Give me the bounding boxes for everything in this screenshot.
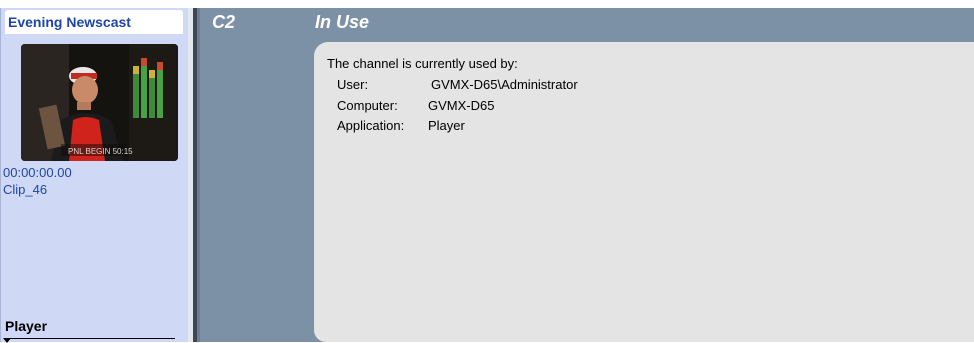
- mode-selector[interactable]: Player: [5, 318, 47, 334]
- mode-underline: [5, 338, 175, 339]
- thumbnail-image: PNL BEGIN 50:15: [21, 44, 178, 161]
- panel-divider[interactable]: [188, 8, 200, 342]
- user-value: GVMX-D65\Administrator: [431, 77, 578, 92]
- clip-name: Clip_46: [3, 182, 48, 197]
- user-label: User:: [337, 77, 369, 92]
- status-panel: C2 In Use The channel is currently used …: [200, 8, 974, 342]
- computer-value: GVMX-D65: [428, 98, 495, 113]
- clip-thumbnail[interactable]: PNL BEGIN 50:15: [21, 44, 178, 161]
- channel-panel: Evening Newscast PNL BEGIN 50:15 00:00:0…: [0, 8, 188, 343]
- application-label: Application:: [337, 118, 405, 133]
- application-value: Player: [428, 118, 465, 133]
- timecode: 00:00:00.00: [3, 165, 72, 180]
- channel-id: C2: [212, 12, 236, 32]
- thumbnail-overlay-text: PNL BEGIN 50:15: [68, 147, 133, 156]
- computer-label: Computer:: [337, 98, 398, 113]
- in-use-message-box: The channel is currently used by: User: …: [314, 42, 974, 342]
- message-heading: The channel is currently used by:: [327, 56, 518, 71]
- status-title: In Use: [315, 12, 370, 32]
- channel-title: Evening Newscast: [5, 10, 183, 34]
- triangle-down-icon[interactable]: [3, 338, 11, 343]
